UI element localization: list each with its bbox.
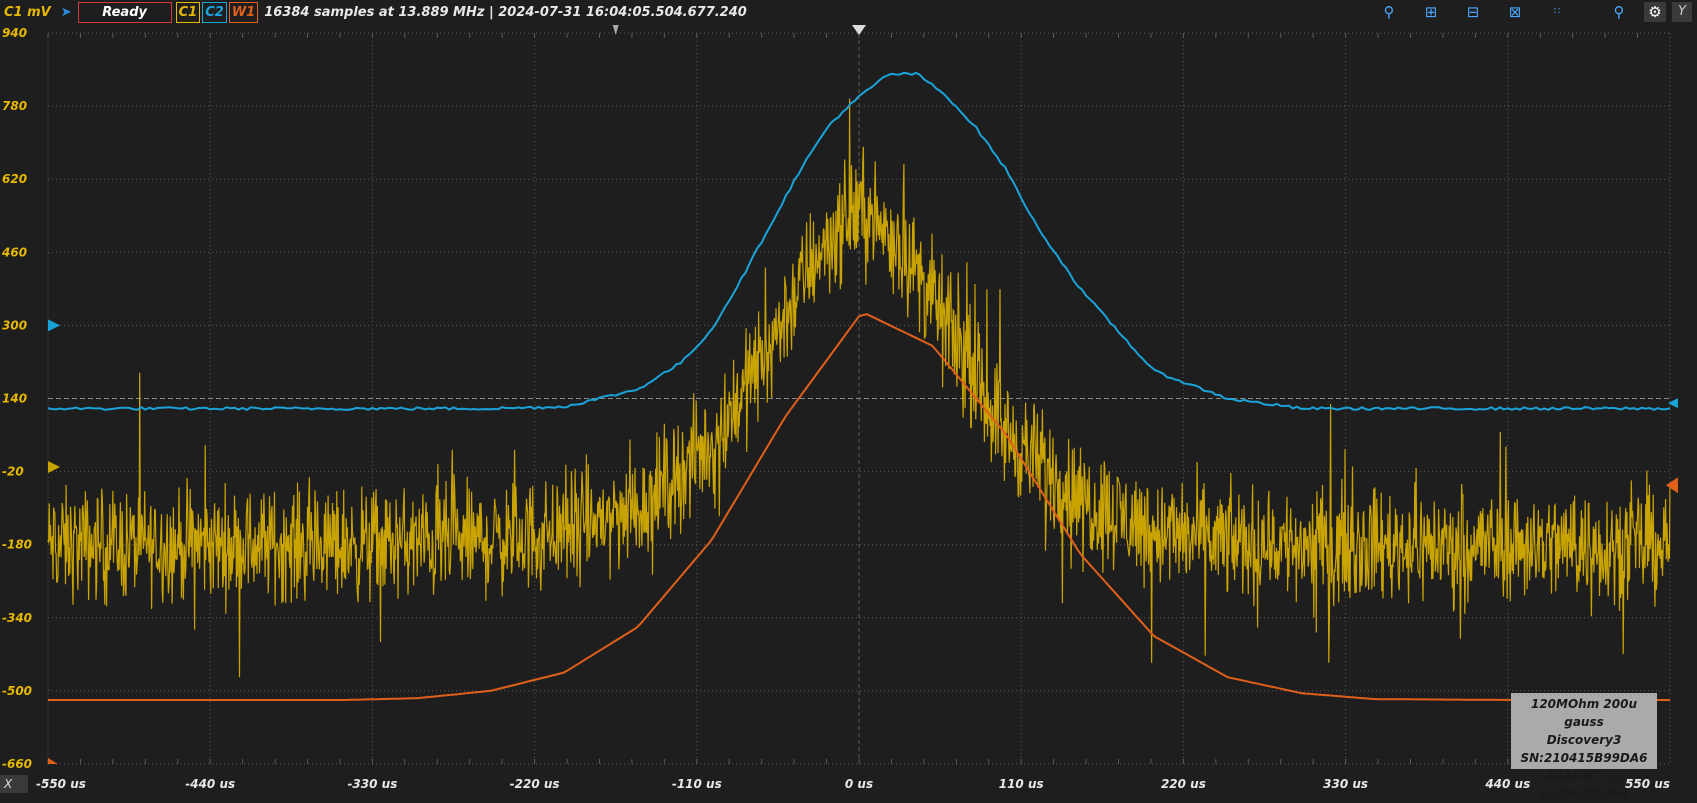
x-tick-label: 220 us — [1161, 777, 1206, 791]
y-tick-label: 460 — [1, 245, 27, 259]
y-tick-label: 940 — [2, 26, 27, 40]
c1-offset-marker — [48, 461, 60, 474]
y-tick-label: 300 — [2, 318, 27, 332]
w1-trigger-level-marker — [1666, 477, 1678, 494]
x-tick-label: 110 us — [999, 777, 1044, 791]
series-c2 — [47, 71, 1671, 412]
x-tick-label: -550 us — [36, 777, 86, 791]
y-tick-label: 620 — [2, 172, 27, 186]
x-tick-label: 0 us — [845, 777, 873, 791]
c2-right-marker — [1668, 398, 1678, 409]
y-tick-label: -660 — [2, 757, 32, 771]
x-tick-label: -440 us — [185, 777, 235, 791]
y-tick-label: -20 — [2, 465, 24, 479]
y-tick-label: -500 — [2, 684, 32, 698]
grid — [47, 32, 1671, 765]
x-tick-label: -330 us — [347, 777, 397, 791]
trigger-position-marker — [852, 25, 866, 35]
scope-window: C1 mV ➤ Ready C1 C2 W1 16384 samples at … — [0, 0, 1697, 801]
y-tick-label: -180 — [2, 538, 32, 552]
note-line: Discovery3 — [1546, 733, 1622, 747]
y-tick-label: 780 — [2, 99, 27, 113]
scope-plot[interactable]: 940 780 620 460 300 140 -20 -180 -340 -500 -660 -55… — [0, 0, 1697, 796]
w1-offset-marker — [48, 758, 58, 764]
x-tick-label: -220 us — [510, 777, 560, 791]
x-tick-label: -110 us — [672, 777, 722, 791]
trigger-cursor-marker — [612, 25, 619, 35]
x-tick-label: 330 us — [1323, 777, 1368, 791]
y-tick-label: 140 — [2, 392, 27, 406]
c2-offset-marker — [48, 319, 60, 332]
markers — [48, 25, 1678, 764]
note-line: SN:210415B99DA6 — [1520, 751, 1648, 765]
y-tick-label: -340 — [2, 611, 32, 625]
note-line: 2024-07-31 16:04:05.504 — [1539, 769, 1629, 801]
measurement-note: 120MOhm 200u gauss Discovery3 SN:210415B… — [1511, 693, 1657, 801]
series-c1 — [47, 98, 1671, 678]
x-axis-button[interactable]: X — [0, 775, 28, 793]
note-line: 120MOhm 200u gauss — [1530, 697, 1637, 729]
